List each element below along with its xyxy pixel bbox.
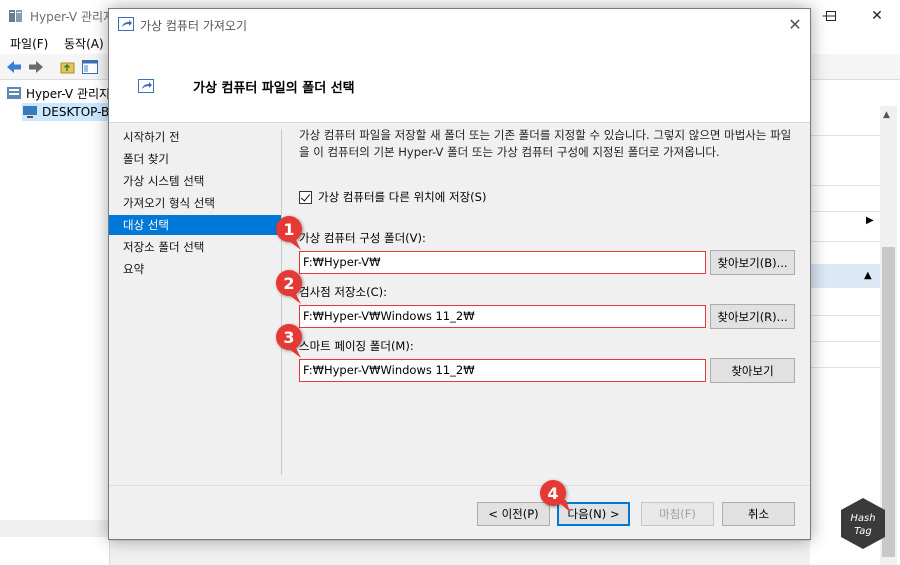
menu-action[interactable]: 동작(A) xyxy=(64,35,104,52)
status-bar xyxy=(110,540,810,565)
forward-arrow-icon[interactable] xyxy=(27,59,45,75)
previous-button[interactable]: < 이전(P) xyxy=(477,502,550,526)
step-choose-destination[interactable]: 대상 선택 xyxy=(109,215,281,235)
wizard-page-title: 가상 컴퓨터 파일의 폴더 선택 xyxy=(193,81,355,96)
browse-config-button[interactable]: 찾아보기(B)... xyxy=(710,250,795,275)
marker-pointer xyxy=(285,238,301,250)
horizontal-scrollbar[interactable] xyxy=(0,520,110,537)
collapse-arrow-icon[interactable]: ▲ xyxy=(864,270,872,281)
maximize-icon[interactable] xyxy=(808,0,854,32)
submenu-arrow-icon: ▶ xyxy=(866,215,874,226)
dialog-title-bar: 가상 컴퓨터 가져오기 ✕ xyxy=(109,9,810,39)
console-tree: Hyper-V 관리지 DESKTOP-B xyxy=(0,81,114,565)
hyperv-app-icon xyxy=(9,10,22,22)
step-summary[interactable]: 요약 xyxy=(109,259,281,279)
step-select-vm[interactable]: 가상 시스템 선택 xyxy=(109,171,281,191)
import-vm-icon xyxy=(138,79,154,93)
save-elsewhere-option[interactable]: 가상 컴퓨터를 다른 위치에 저장(S) xyxy=(299,189,486,205)
import-vm-icon xyxy=(118,17,134,31)
actions-pane: ▶ ▲ ▲ xyxy=(810,81,900,565)
config-folder-label: 가상 컴퓨터 구성 폴더(V): xyxy=(299,231,426,245)
wizard-header: 가상 컴퓨터 파일의 폴더 선택 xyxy=(109,39,810,123)
checkpoint-store-input[interactable]: F:₩Hyper-V₩Windows 11_2₩ xyxy=(299,305,706,328)
console-tree-icon[interactable] xyxy=(81,59,99,75)
browse-smart-paging-button[interactable]: 찾아보기 xyxy=(710,358,795,383)
svg-text:Hash: Hash xyxy=(850,513,875,524)
cancel-button[interactable]: 취소 xyxy=(722,502,795,526)
smart-paging-input[interactable]: F:₩Hyper-V₩Windows 11_2₩ xyxy=(299,359,706,382)
finish-button[interactable]: 마침(F) xyxy=(641,502,714,526)
tree-item-label: Hyper-V 관리지 xyxy=(26,86,111,101)
description-text: 가상 컴퓨터 파일을 저장할 새 폴더 또는 기존 폴더를 지정할 수 있습니다… xyxy=(299,128,792,159)
marker-pointer xyxy=(285,346,301,358)
folder-up-icon[interactable] xyxy=(59,59,77,75)
config-folder-input[interactable]: F:₩Hyper-V₩ xyxy=(299,251,706,274)
save-elsewhere-label: 가상 컴퓨터를 다른 위치에 저장(S) xyxy=(318,190,487,204)
marker-pointer xyxy=(285,292,301,304)
hashtag-watermark-logo: Hash Tag xyxy=(841,498,885,549)
browse-checkpoint-button[interactable]: 찾아보기(R)... xyxy=(710,304,795,329)
menu-file[interactable]: 파일(F) xyxy=(10,35,48,52)
footer-divider xyxy=(109,485,810,486)
scroll-up-icon[interactable]: ▲ xyxy=(883,110,890,120)
server-icon xyxy=(7,87,21,99)
dialog-title: 가상 컴퓨터 가져오기 xyxy=(140,19,247,33)
import-vm-wizard: 가상 컴퓨터 가져오기 ✕ 가상 컴퓨터 파일의 폴더 선택 시작하기 전 폴더… xyxy=(108,8,811,540)
back-arrow-icon[interactable] xyxy=(5,59,23,75)
tree-item-desktop[interactable]: DESKTOP-B xyxy=(22,103,114,121)
close-icon[interactable]: ✕ xyxy=(854,0,900,32)
computer-icon xyxy=(23,106,37,118)
steps-divider xyxy=(281,129,282,475)
svg-text:Tag: Tag xyxy=(854,526,872,537)
tree-item-label: DESKTOP-B xyxy=(42,105,110,119)
checkpoint-store-label: 검사점 저장소(C): xyxy=(299,285,388,299)
window-title: Hyper-V 관리지 xyxy=(30,10,115,24)
step-locate-folder[interactable]: 폴더 찾기 xyxy=(109,149,281,169)
marker-pointer xyxy=(556,500,570,512)
smart-paging-label: 스마트 페이징 폴더(M): xyxy=(299,339,414,353)
dialog-close-icon[interactable]: ✕ xyxy=(780,9,810,39)
step-before-you-begin[interactable]: 시작하기 전 xyxy=(109,127,281,147)
save-elsewhere-checkbox[interactable] xyxy=(299,190,312,204)
step-storage-folders[interactable]: 저장소 폴더 선택 xyxy=(109,237,281,257)
tree-item-hyperv-manager[interactable]: Hyper-V 관리지 xyxy=(6,84,110,102)
step-import-type[interactable]: 가져오기 형식 선택 xyxy=(109,193,281,213)
